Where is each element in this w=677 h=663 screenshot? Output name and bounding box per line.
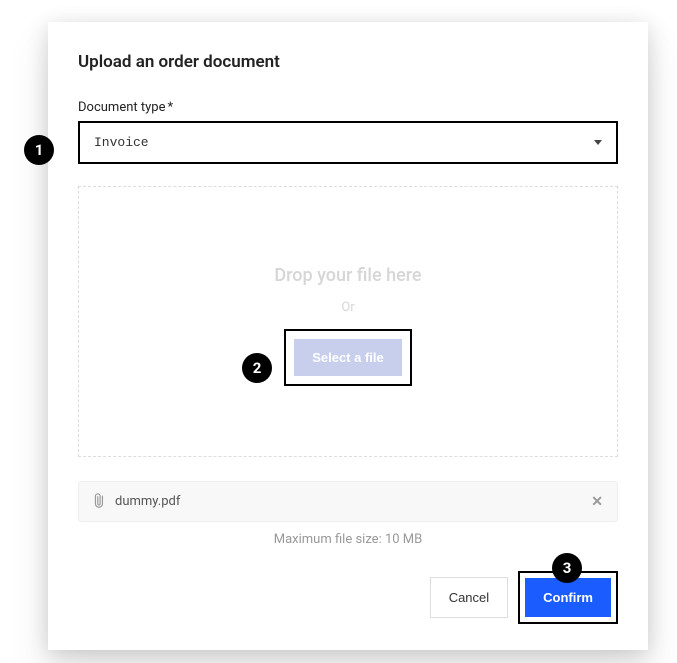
- attached-file-name: dummy.pdf: [115, 494, 180, 509]
- dropzone-text: Drop your file here: [99, 265, 597, 286]
- dropzone-or-text: Or: [99, 300, 597, 315]
- required-asterisk: *: [167, 100, 173, 115]
- attached-file-left: dummy.pdf: [93, 492, 180, 511]
- max-file-size-text: Maximum file size: 10 MB: [78, 532, 618, 547]
- document-type-select[interactable]: Invoice: [78, 121, 618, 164]
- remove-file-icon[interactable]: ✕: [591, 494, 603, 510]
- select-file-highlight: Select a file: [284, 329, 412, 386]
- document-type-value: Invoice: [94, 135, 149, 150]
- document-type-label: Document type*: [78, 100, 618, 115]
- confirm-button[interactable]: Confirm: [525, 578, 611, 617]
- modal-title: Upload an order document: [78, 52, 618, 72]
- callout-badge-1: 1: [24, 135, 54, 165]
- select-file-button[interactable]: Select a file: [294, 339, 402, 376]
- document-type-label-text: Document type: [78, 100, 165, 115]
- attached-file-row: dummy.pdf ✕: [78, 481, 618, 522]
- callout-badge-2: 2: [242, 353, 272, 383]
- modal-button-row: Cancel Confirm: [78, 571, 618, 624]
- chevron-down-icon: [594, 140, 602, 145]
- cancel-button[interactable]: Cancel: [430, 577, 508, 618]
- file-dropzone[interactable]: Drop your file here Or Select a file: [78, 186, 618, 457]
- paperclip-icon: [88, 490, 111, 513]
- callout-badge-3: 3: [552, 553, 582, 583]
